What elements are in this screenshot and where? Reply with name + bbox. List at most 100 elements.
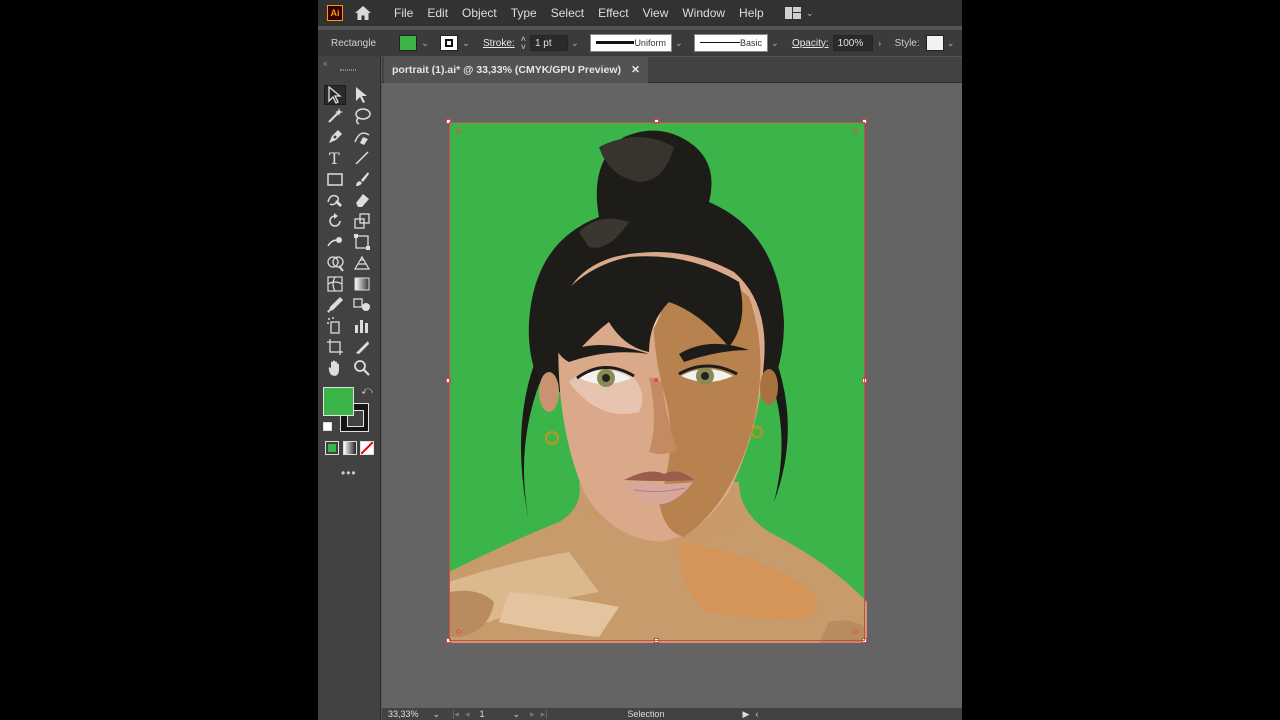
- variable-width-profile[interactable]: Uniform: [589, 34, 672, 52]
- stroke-swatch[interactable]: [440, 35, 458, 51]
- panel-grip[interactable]: [340, 69, 356, 71]
- menu-window[interactable]: Window: [675, 0, 732, 26]
- home-icon[interactable]: [353, 4, 373, 22]
- hand-icon: [328, 360, 339, 376]
- shaper-tool[interactable]: [324, 190, 346, 210]
- play-icon[interactable]: ▶: [742, 709, 749, 720]
- workspace-switcher[interactable]: ⌄: [784, 7, 815, 19]
- lasso-tool[interactable]: [351, 106, 373, 126]
- menu-file[interactable]: File: [387, 0, 420, 26]
- resize-handle[interactable]: [862, 119, 867, 124]
- swap-colors-icon[interactable]: ⤺: [361, 385, 373, 398]
- previous-artboard-icon[interactable]: ◂: [465, 709, 470, 720]
- fill-color-swatch[interactable]: [323, 387, 354, 416]
- stroke-label[interactable]: Stroke:: [483, 38, 515, 49]
- brush-definition[interactable]: Basic: [693, 34, 768, 52]
- color-mode-icon[interactable]: [325, 441, 339, 455]
- menu-effect[interactable]: Effect: [591, 0, 635, 26]
- warp-tool[interactable]: [324, 232, 346, 252]
- resize-handle[interactable]: [446, 638, 451, 643]
- line-segment-tool[interactable]: [351, 148, 373, 168]
- menu-edit[interactable]: Edit: [420, 0, 455, 26]
- artboard-tool[interactable]: [324, 337, 346, 357]
- center-point: [654, 378, 658, 382]
- eyedropper-tool[interactable]: [324, 295, 346, 315]
- live-corner-widget[interactable]: [456, 129, 461, 134]
- blend-tool[interactable]: [351, 295, 373, 315]
- type-tool[interactable]: T: [324, 148, 346, 168]
- slice-icon: [356, 341, 369, 354]
- chevron-left-icon[interactable]: ‹: [755, 709, 758, 719]
- canvas-area[interactable]: [382, 83, 962, 708]
- zoom-level[interactable]: 33,33%: [388, 709, 419, 719]
- zoom-tool[interactable]: [351, 358, 373, 378]
- main-menu: File Edit Object Type Select Effect View…: [387, 0, 771, 26]
- stroke-dropdown-icon[interactable]: ⌄: [461, 38, 471, 48]
- symbol-sprayer-tool[interactable]: [324, 316, 346, 336]
- menu-select[interactable]: Select: [544, 0, 591, 26]
- menu-type[interactable]: Type: [504, 0, 544, 26]
- stroke-weight-dropdown-icon[interactable]: ⌄: [570, 38, 580, 48]
- paintbrush-tool[interactable]: [351, 169, 373, 189]
- rotate-tool[interactable]: [324, 211, 346, 231]
- resize-handle[interactable]: [654, 638, 659, 643]
- edit-toolbar-icon[interactable]: •••: [341, 466, 357, 480]
- magic-wand-tool[interactable]: [324, 106, 346, 126]
- menu-object[interactable]: Object: [455, 0, 504, 26]
- scale-tool[interactable]: [351, 211, 373, 231]
- artboard[interactable]: [446, 119, 867, 643]
- stroke-weight-field[interactable]: 1 pt: [529, 35, 568, 51]
- stroke-stepper[interactable]: ˄ ˅: [521, 35, 526, 52]
- opacity-label[interactable]: Opacity:: [792, 38, 829, 49]
- fill-swatch[interactable]: [399, 35, 417, 51]
- close-icon[interactable]: ✕: [631, 64, 640, 76]
- artboard-dropdown-icon[interactable]: ⌄: [512, 709, 520, 720]
- resize-handle[interactable]: [446, 119, 451, 124]
- style-dropdown-icon[interactable]: ⌄: [946, 38, 956, 48]
- free-transform-tool[interactable]: [351, 232, 373, 252]
- fill-dropdown-icon[interactable]: ⌄: [420, 38, 430, 48]
- rectangle-icon: [327, 173, 343, 186]
- gradient-tool[interactable]: [351, 274, 373, 294]
- menu-bar: Ai File Edit Object Type Select Effect V…: [318, 0, 962, 26]
- artboard-icon: [327, 339, 343, 355]
- slice-tool[interactable]: [351, 337, 373, 357]
- rectangle-tool[interactable]: [324, 169, 346, 189]
- shape-builder-tool[interactable]: [324, 253, 346, 273]
- document-tab[interactable]: portrait (1).ai* @ 33,33% (CMYK/GPU Prev…: [384, 57, 648, 83]
- gradient-mode-icon[interactable]: [343, 441, 357, 455]
- zoom-dropdown-icon[interactable]: ⌄: [433, 709, 441, 720]
- graphic-style-swatch[interactable]: [925, 35, 944, 51]
- column-graph-tool[interactable]: [351, 316, 373, 336]
- opacity-field[interactable]: 100%: [832, 35, 873, 51]
- artboard-number[interactable]: 1: [479, 709, 484, 719]
- next-artboard-icon[interactable]: ▸: [530, 709, 535, 720]
- eraser-tool[interactable]: [351, 190, 373, 210]
- resize-handle[interactable]: [446, 378, 451, 383]
- perspective-grid-tool[interactable]: [351, 253, 373, 273]
- mesh-tool[interactable]: [324, 274, 346, 294]
- profile-dropdown-icon[interactable]: ⌄: [674, 38, 684, 48]
- none-mode-icon[interactable]: [360, 441, 374, 455]
- first-artboard-icon[interactable]: |◂: [452, 709, 459, 720]
- live-corner-widget[interactable]: [456, 629, 461, 634]
- collapse-icon[interactable]: «: [323, 59, 328, 68]
- last-artboard-icon[interactable]: ▸|: [541, 709, 548, 720]
- menu-help[interactable]: Help: [732, 0, 771, 26]
- resize-handle[interactable]: [862, 378, 867, 383]
- menu-view[interactable]: View: [636, 0, 676, 26]
- selection-tool[interactable]: [324, 85, 346, 105]
- default-colors-icon[interactable]: [323, 422, 332, 431]
- direct-selection-tool[interactable]: [351, 85, 373, 105]
- curvature-tool[interactable]: [351, 127, 373, 147]
- svg-text:T: T: [329, 149, 340, 168]
- chevron-right-icon[interactable]: ›: [875, 38, 885, 48]
- live-corner-widget[interactable]: [853, 129, 858, 134]
- hand-tool[interactable]: [324, 358, 346, 378]
- pen-tool[interactable]: [324, 127, 346, 147]
- brush-dropdown-icon[interactable]: ⌄: [770, 38, 780, 48]
- portrait-illustration[interactable]: [449, 122, 867, 643]
- resize-handle[interactable]: [862, 638, 867, 643]
- live-corner-widget[interactable]: [853, 629, 858, 634]
- resize-handle[interactable]: [654, 119, 659, 124]
